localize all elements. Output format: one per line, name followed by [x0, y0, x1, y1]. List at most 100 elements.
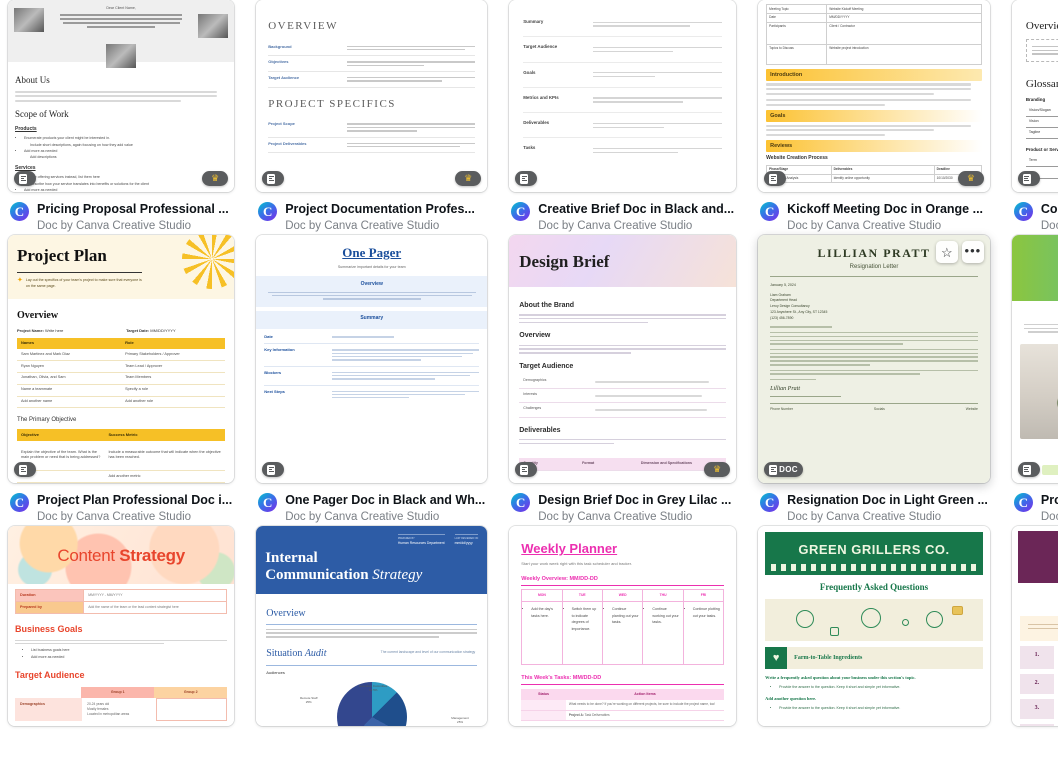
column-header: Success Metric [104, 429, 226, 441]
template-thumbnail[interactable]: LILLIAN PRATT Resignation Letter January… [758, 235, 990, 484]
thumb-sub-branding: Branding [1025, 96, 1046, 102]
card-subtitle: Doc by Canva Creative Studio [538, 511, 693, 523]
pie-label: Remote Staff 25% [299, 695, 318, 705]
card-title[interactable]: Kickoff Meeting Doc in Orange ... [787, 201, 983, 218]
row-label: Goals [523, 69, 536, 75]
card-title[interactable]: Resignation Doc in Light Green ... [787, 492, 988, 509]
template-thumbnail[interactable]: OVERVIEW Background Objectives Target Au… [256, 0, 488, 192]
template-thumbnail[interactable]: Design Brief About the Brand Overview Ta… [509, 235, 737, 484]
template-card[interactable]: Overview ↗ Glossary ↗ Branding Vision/Sl… [1011, 0, 1058, 235]
title-light: Content [57, 545, 120, 565]
template-card[interactable]: Fairhill Villas Your most memorable days… [1011, 526, 1058, 727]
template-card[interactable]: Summary Target Audience Goals Metrics an… [509, 0, 737, 235]
list-item: Continue plotting out your tasks. [693, 606, 720, 619]
thumb-list-products: Enumerate products your client might be … [15, 135, 227, 161]
thumb-signature: Lillian Pratt [770, 386, 800, 393]
row-label: Date [264, 334, 273, 340]
thumb-heading-deliverables: Deliverables [519, 426, 561, 434]
card-subtitle: Doc by Canva Creative Studio [1040, 511, 1058, 523]
row-label: Blockers [264, 369, 282, 375]
doc-type-badge [14, 462, 36, 478]
template-card[interactable]: OVERVIEW Background Objectives Target Au… [256, 0, 488, 235]
template-thumbnail[interactable]: GREEN GRILLERS CO. Frequently Asked Ques… [758, 526, 990, 727]
template-thumbnail[interactable]: PREPARED BY Human Resources Department L… [256, 526, 488, 727]
row-label: Project Scope [268, 121, 295, 127]
template-thumbnail[interactable]: Dear Client Name, About Us Scope of Work… [8, 0, 235, 192]
card-title[interactable]: Project Plan Professional Doc i... [37, 492, 232, 509]
list-item: Add more as needed [24, 187, 227, 192]
thumbnail-art-green-grillers: GREEN GRILLERS CO. Frequently Asked Ques… [758, 526, 990, 727]
doc-type-badge [262, 171, 285, 186]
thumb-brand: GREEN GRILLERS CO. [798, 542, 950, 558]
template-card[interactable]: LILLIAN PRATT Resignation Letter January… [758, 235, 990, 526]
template-thumbnail[interactable]: Project Plan ✦ Lay out the specifics of … [8, 235, 235, 484]
column-header: Group 1 [81, 686, 155, 699]
document-icon [19, 173, 27, 184]
template-card[interactable]: Dear Client Name, About Us Scope of Work… [8, 0, 235, 235]
thumb-heading-overview: Overview [360, 281, 383, 288]
template-thumbnail[interactable]: Weekly Planner Start your work week righ… [509, 526, 737, 727]
template-card[interactable]: PREPARED BY Human Resources Department L… [256, 526, 488, 727]
thumb-heading-overview: Overview [1025, 20, 1058, 32]
pie-label: Management 25% [451, 715, 469, 725]
list-item: Switch them up to indicate degrees of im… [572, 606, 599, 632]
template-thumbnail[interactable]: Summary Target Audience Goals Metrics an… [509, 0, 737, 192]
thumb-photo [1019, 343, 1058, 439]
list-item: Provide the answer to the question. Keep… [779, 684, 978, 690]
card-title[interactable]: Creative Brief Doc in Black and... [538, 201, 734, 218]
card-title[interactable]: One Pager Doc in Black and Wh... [285, 492, 485, 509]
crown-icon: ♛ [464, 173, 473, 183]
card-hover-actions[interactable]: ☆ ••• [935, 241, 984, 264]
doc-type-badge [14, 171, 36, 186]
card-subtitle: Doc by Canva Creative Studio [787, 511, 942, 523]
card-title[interactable]: Copywriting Style Guide Profes... [1041, 201, 1058, 218]
template-thumbnail[interactable]: One Pager Summarize important details fo… [256, 235, 488, 484]
progress-bar-badge [1041, 465, 1058, 476]
thumb-illustration [765, 599, 983, 642]
card-subtitle: Doc by Canva Creative Studio [538, 219, 693, 232]
template-thumbnail[interactable]: Content Strategy Duration MM/YYYY - MM/YY… [8, 526, 235, 727]
template-thumbnail[interactable]: Meeting Topic Website Kickoff Meeting Dat… [758, 0, 990, 192]
pro-badge: ♛ [704, 462, 731, 478]
template-card[interactable]: Weekly Planner Start your work week righ… [509, 526, 737, 727]
template-card[interactable]: Meeting Topic Website Kickoff Meeting Dat… [758, 0, 990, 235]
cell: Ryan Nguyen [17, 360, 122, 373]
template-thumbnail[interactable]: Project Overview Project Name [1011, 235, 1058, 484]
list-item: Continue planting out your tasks. [612, 606, 639, 625]
card-meta: C Project Overview Doc in Light ... Doc … [1012, 483, 1058, 526]
card-meta: C Design Brief Doc in Grey Lilac ... Doc… [509, 483, 736, 526]
card-title[interactable]: Design Brief Doc in Grey Lilac ... [538, 492, 731, 509]
thumbnail-art-resignation-letter: LILLIAN PRATT Resignation Letter January… [758, 235, 990, 484]
more-options-button[interactable]: ••• [961, 241, 984, 264]
thumb-band-goals: Goals [766, 109, 982, 123]
cell: Challenges [523, 406, 542, 411]
template-card[interactable]: Project Overview Project Name C Project … [1011, 235, 1058, 526]
doc-type-badge [1017, 171, 1040, 186]
meta-value: Human Resources Department [397, 540, 445, 545]
row-value: MM/YYYY - MM/YYYY [83, 590, 226, 602]
template-thumbnail[interactable]: Fairhill Villas Your most memorable days… [1011, 526, 1058, 727]
favorite-button[interactable]: ☆ [935, 241, 958, 264]
document-icon [19, 464, 27, 475]
crown-icon: ♛ [713, 464, 722, 475]
column-header: Role [121, 337, 226, 350]
card-title[interactable]: Project Documentation Profes... [285, 201, 475, 218]
document-icon [769, 464, 778, 475]
card-meta: C One Pager Doc in Black and Wh... Doc b… [256, 483, 487, 526]
thumb-body [266, 628, 478, 638]
thumb-overview-box [1025, 38, 1058, 63]
thumb-heading-overview: Overview [266, 607, 306, 619]
template-card[interactable]: Design Brief About the Brand Overview Ta… [509, 235, 737, 526]
template-card[interactable]: Project Plan ✦ Lay out the specifics of … [8, 235, 235, 526]
card-title[interactable]: Pricing Proposal Professional ... [37, 201, 229, 218]
template-card[interactable]: One Pager Summarize important details fo… [256, 235, 488, 526]
card-title[interactable]: Project Overview Doc in Light ... [1041, 492, 1058, 509]
star-icon: ☆ [941, 244, 953, 260]
thumb-meeting-table: Meeting Topic Website Kickoff Meeting Dat… [766, 4, 982, 65]
list-item: Provide the answer to the question. Keep… [779, 705, 978, 711]
doc-type-badge: DOC [764, 462, 803, 478]
column-header: Action Items [565, 689, 725, 700]
template-thumbnail[interactable]: Overview ↗ Glossary ↗ Branding Vision/Sl… [1011, 0, 1058, 192]
template-card[interactable]: Content Strategy Duration MM/YYYY - MM/YY… [8, 526, 235, 727]
template-card[interactable]: GREEN GRILLERS CO. Frequently Asked Ques… [758, 526, 990, 727]
